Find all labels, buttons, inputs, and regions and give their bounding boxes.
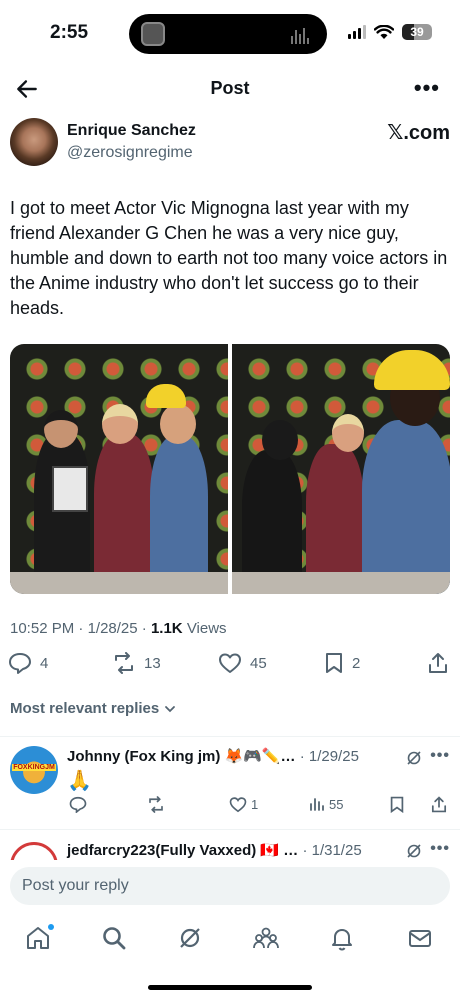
replies-sort-label: Most relevant replies bbox=[10, 700, 160, 717]
status-time: 2:55 bbox=[50, 22, 89, 43]
post-photo-2[interactable] bbox=[232, 344, 450, 594]
wifi-icon bbox=[374, 24, 394, 39]
reply-like-button[interactable]: 1 bbox=[229, 796, 258, 813]
author-name[interactable]: Enrique Sanchez bbox=[67, 122, 196, 140]
reply-like-count: 1 bbox=[251, 797, 259, 812]
reply-share-button[interactable] bbox=[431, 796, 447, 813]
reply-bookmark-button[interactable] bbox=[389, 796, 405, 813]
notification-dot bbox=[48, 924, 54, 930]
divider bbox=[0, 829, 460, 830]
bookmark-icon bbox=[326, 653, 342, 673]
reply-icon bbox=[9, 653, 31, 674]
reply-count: 4 bbox=[40, 654, 49, 672]
communities-icon bbox=[253, 927, 279, 949]
divider bbox=[0, 736, 460, 737]
cellular-signal-icon bbox=[348, 25, 366, 39]
repost-icon bbox=[149, 796, 163, 813]
reply-reply-button[interactable] bbox=[69, 796, 87, 813]
post-author: Enrique Sanchez @zerosignregime 𝕏.com bbox=[10, 116, 450, 172]
bookmark-button[interactable]: 2 bbox=[324, 652, 360, 674]
reply-author[interactable]: jedfarcry223(Fully Vaxxed) 🇨🇦 … · 1/31/2… bbox=[67, 841, 362, 859]
reply-more-icon[interactable]: ••• bbox=[430, 747, 450, 765]
heart-icon bbox=[219, 653, 241, 673]
post-photo-1[interactable] bbox=[10, 344, 228, 594]
mail-icon bbox=[409, 930, 431, 947]
home-indicator[interactable] bbox=[148, 985, 312, 990]
battery-indicator: 39 bbox=[402, 24, 432, 40]
reply-date: · 1/31/25 bbox=[302, 842, 362, 859]
heart-icon bbox=[229, 797, 247, 813]
reply-text: 🙏 bbox=[67, 770, 92, 792]
nav-home[interactable] bbox=[24, 924, 54, 954]
post-date: 1/28/25 bbox=[87, 620, 138, 637]
nav-grok[interactable] bbox=[176, 924, 206, 954]
nav-header: Post ••• bbox=[0, 70, 460, 108]
grok-icon bbox=[180, 928, 200, 948]
post-meta: 10:52 PM · 1/28/25 · 1.1K Views bbox=[10, 620, 227, 637]
chevron-down-icon bbox=[165, 705, 176, 712]
bookmark-icon bbox=[390, 796, 404, 813]
post-text: I got to meet Actor Vic Mignogna last ye… bbox=[10, 198, 448, 318]
grok-icon[interactable] bbox=[406, 750, 422, 766]
nav-search[interactable] bbox=[100, 924, 130, 954]
nav-notifications[interactable] bbox=[328, 924, 358, 954]
reply-author[interactable]: Johnny (Fox King jm) 🦊🎮✏️… · 1/29/25 bbox=[67, 747, 359, 765]
like-count: 45 bbox=[250, 654, 267, 672]
nav-messages[interactable] bbox=[406, 924, 436, 954]
repost-button[interactable]: 13 bbox=[112, 652, 161, 674]
reply-more-icon[interactable]: ••• bbox=[430, 840, 450, 858]
view-count: 1.1K bbox=[150, 620, 183, 637]
reply-author-name: Johnny (Fox King jm) 🦊🎮✏️… bbox=[67, 748, 296, 765]
nav-communities[interactable] bbox=[252, 924, 282, 954]
now-playing-artwork bbox=[141, 22, 165, 46]
reply-item[interactable]: jedfarcry223(Fully Vaxxed) 🇨🇦 … · 1/31/2… bbox=[0, 836, 460, 860]
replies-sort-dropdown[interactable]: Most relevant replies bbox=[10, 700, 177, 717]
reply-avatar[interactable]: FOXKINGJM bbox=[10, 746, 58, 794]
reply-date: · 1/29/25 bbox=[299, 748, 359, 765]
share-icon bbox=[431, 796, 447, 813]
dynamic-island bbox=[129, 14, 327, 54]
author-handle[interactable]: @zerosignregime bbox=[67, 144, 193, 162]
share-button[interactable] bbox=[428, 652, 448, 674]
search-icon bbox=[103, 927, 126, 950]
audio-waveform-icon bbox=[291, 26, 313, 44]
page-title: Post bbox=[210, 78, 250, 98]
share-icon bbox=[429, 653, 447, 673]
post-time: 10:52 PM bbox=[10, 620, 75, 637]
post-media bbox=[10, 344, 450, 594]
bookmark-count: 2 bbox=[352, 654, 361, 672]
reply-actions: 1 55 bbox=[67, 796, 450, 818]
reply-view-count: 55 bbox=[329, 796, 344, 812]
like-button[interactable]: 45 bbox=[218, 652, 267, 674]
reply-item[interactable]: FOXKINGJM Johnny (Fox King jm) 🦊🎮✏️… · 1… bbox=[0, 744, 460, 824]
reply-repost-button[interactable] bbox=[147, 796, 165, 813]
status-bar: 2:55 39 bbox=[0, 0, 460, 66]
reply-icon bbox=[69, 796, 87, 813]
more-options-icon[interactable]: ••• bbox=[414, 77, 440, 99]
reply-author-name: jedfarcry223(Fully Vaxxed) 🇨🇦 … bbox=[67, 842, 299, 859]
reply-views-button[interactable]: 55 bbox=[309, 796, 343, 812]
bottom-nav bbox=[0, 920, 460, 960]
author-avatar[interactable] bbox=[10, 118, 58, 166]
repost-count: 13 bbox=[144, 654, 161, 672]
grok-icon[interactable] bbox=[406, 843, 422, 859]
views-label: Views bbox=[186, 620, 227, 637]
reply-avatar-text: FOXKINGJM bbox=[12, 764, 56, 771]
source-label: 𝕏.com bbox=[387, 122, 450, 144]
bell-icon bbox=[332, 929, 352, 951]
status-icons: 39 bbox=[348, 22, 432, 42]
views-chart-icon bbox=[310, 798, 324, 811]
reply-button[interactable]: 4 bbox=[8, 652, 48, 674]
battery-level: 39 bbox=[410, 25, 424, 39]
reply-avatar[interactable] bbox=[10, 842, 58, 860]
post-actions: 4 13 45 2 bbox=[8, 652, 452, 680]
reply-composer[interactable]: Post your reply bbox=[10, 867, 450, 905]
repost-icon bbox=[115, 652, 133, 674]
